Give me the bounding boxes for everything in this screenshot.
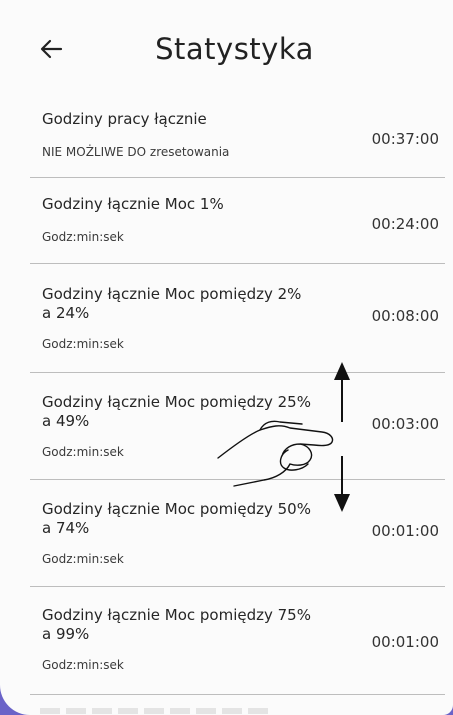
row-subtitle: Godz:min:sek (42, 337, 124, 351)
list-item: Godziny łącznie Moc 1% Godz:min:sek 00:2… (30, 195, 445, 259)
row-divider (30, 694, 445, 695)
row-title: Godziny łącznie Moc pomiędzy 50% a 74% (42, 500, 311, 537)
row-title: Godziny pracy łącznie (42, 110, 207, 128)
device-frame: Statystyka Godziny pracy łącznie NIE MOŻ… (0, 0, 453, 715)
row-value: 00:08:00 (371, 307, 439, 325)
row-value: 00:01:00 (371, 633, 439, 651)
row-divider (30, 479, 445, 480)
row-value: 00:03:00 (371, 415, 439, 433)
list-item: Godziny łącznie Moc pomiędzy 50% a 74% G… (30, 500, 445, 580)
row-divider (30, 177, 445, 178)
row-value: 00:37:00 (371, 130, 439, 148)
row-divider (30, 372, 445, 373)
list-item: Godziny łącznie Moc pomiędzy 2% a 24% Go… (30, 285, 445, 365)
row-value: 00:01:00 (371, 522, 439, 540)
row-subtitle: Godz:min:sek (42, 552, 124, 566)
next-row-peek (40, 708, 270, 714)
row-divider (30, 586, 445, 587)
row-title: Godziny łącznie Moc 1% (42, 195, 224, 213)
list-item: Godziny pracy łącznie NIE MOŻLIWE DO zre… (30, 110, 445, 174)
row-subtitle: Godz:min:sek (42, 445, 124, 459)
list-item: Godziny łącznie Moc pomiędzy 75% a 99% G… (30, 606, 445, 686)
statistics-list: Godziny pracy łącznie NIE MOŻLIWE DO zre… (0, 0, 453, 715)
list-item: Godziny łącznie Moc pomiędzy 25% a 49% G… (30, 393, 445, 473)
row-title: Godziny łącznie Moc pomiędzy 25% a 49% (42, 393, 311, 430)
statistics-screen: Statystyka Godziny pracy łącznie NIE MOŻ… (0, 0, 453, 715)
row-title: Godziny łącznie Moc pomiędzy 75% a 99% (42, 606, 311, 643)
row-subtitle: Godz:min:sek (42, 230, 124, 244)
row-subtitle: Godz:min:sek (42, 658, 124, 672)
row-title: Godziny łącznie Moc pomiędzy 2% a 24% (42, 285, 302, 322)
row-divider (30, 263, 445, 264)
row-value: 00:24:00 (371, 215, 439, 233)
row-subtitle: NIE MOŻLIWE DO zresetowania (42, 145, 230, 159)
